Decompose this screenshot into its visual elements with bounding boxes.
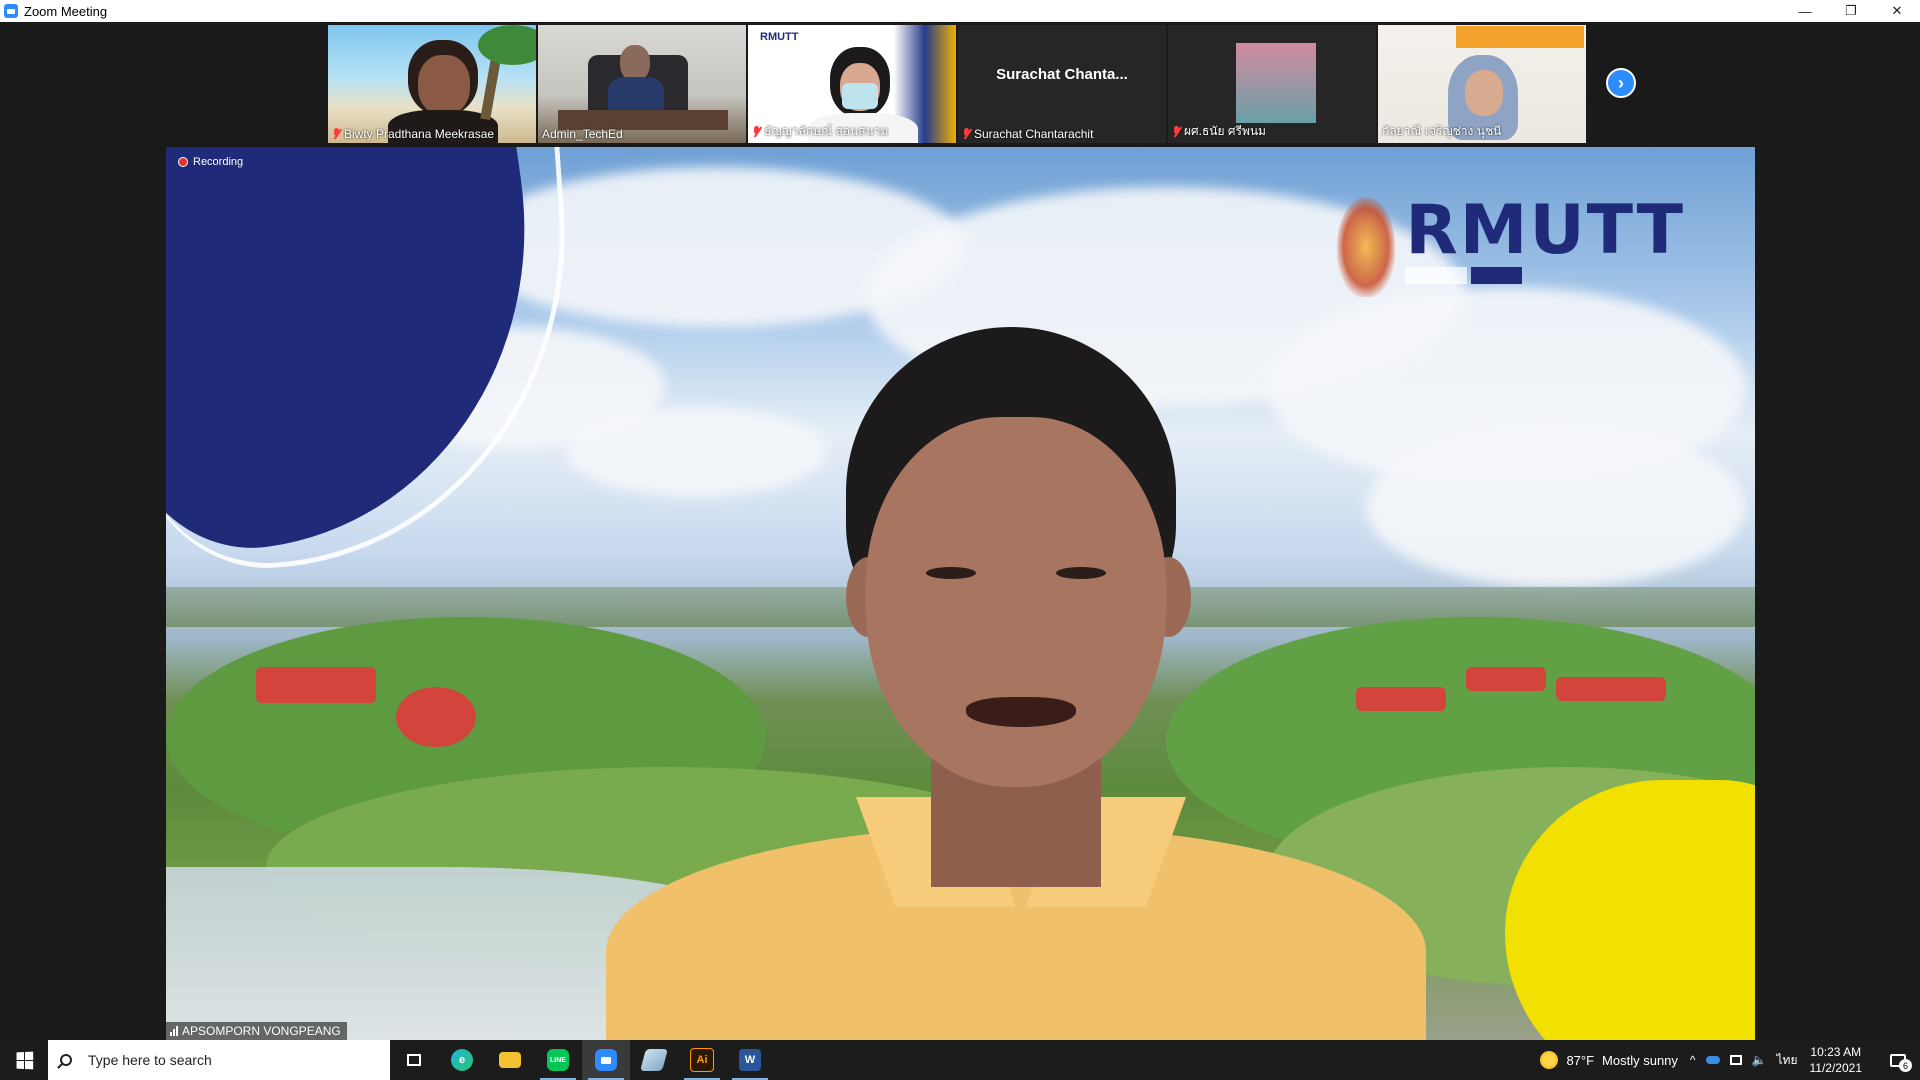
chevron-right-icon: ›	[1618, 72, 1624, 93]
edge-icon: e	[451, 1049, 473, 1071]
sun-icon	[1540, 1051, 1559, 1069]
participant-tile[interactable]: Biwty Pradthana Meekrasae	[328, 25, 536, 143]
zoom-button[interactable]	[582, 1040, 630, 1080]
system-tray: 87°F Mostly sunny ^ 🔈 ไทย 10:23 AM 11/2/…	[1540, 1040, 1920, 1080]
illustrator-icon: Ai	[690, 1048, 714, 1072]
rmutt-logo: RMUTT	[1337, 197, 1685, 297]
windows-taskbar: Type here to search e LINE Ai W 87°F Mos…	[0, 1040, 1920, 1080]
close-button[interactable]: ✕	[1874, 0, 1920, 22]
recording-label: Recording	[193, 156, 244, 168]
window-title: Zoom Meeting	[24, 3, 108, 19]
windows-icon	[16, 1051, 33, 1069]
start-button[interactable]	[0, 1040, 48, 1080]
search-icon	[60, 1054, 72, 1066]
notification-badge: 6	[1899, 1059, 1912, 1072]
illustrator-button[interactable]: Ai	[678, 1040, 726, 1080]
network-icon[interactable]	[1729, 1055, 1742, 1065]
folder-icon	[499, 1052, 521, 1068]
volume-icon[interactable]: 🔈	[1752, 1053, 1767, 1067]
participant-name: Admin_TechEd	[542, 127, 623, 141]
file-explorer-button[interactable]	[486, 1040, 534, 1080]
feather-app-icon	[640, 1049, 668, 1071]
speaker-name-label: APSOMPORN VONGPEANG	[166, 1022, 347, 1040]
zoom-app-icon	[4, 4, 18, 18]
profile-picture	[1236, 43, 1316, 123]
participant-tile[interactable]: ผศ.ธนัย ศรีพนม	[1168, 25, 1376, 143]
active-speaker-video: RMUTT Recording APSOMPORN VONGPEANG	[166, 147, 1755, 1040]
chevron-up-icon[interactable]: ^	[1690, 1053, 1696, 1067]
task-view-icon	[407, 1054, 421, 1066]
recording-indicator[interactable]: Recording	[178, 156, 243, 168]
logo-mini: RMUTT	[760, 31, 799, 43]
participant-tile[interactable]: กัลยาณี เจริญช่าง นุชนี	[1378, 25, 1586, 143]
mic-muted-icon	[332, 128, 341, 140]
taskbar-search[interactable]: Type here to search	[48, 1040, 390, 1080]
language-indicator[interactable]: ไทย	[1777, 1051, 1798, 1070]
onedrive-icon[interactable]	[1705, 1056, 1720, 1064]
participant-name: Biwty Pradthana Meekrasae	[332, 127, 494, 141]
clock[interactable]: 10:23 AM 11/2/2021	[1810, 1044, 1863, 1076]
participant-tile[interactable]: RMUTT ธัญญาลักษณ์ สอนสนาม	[748, 25, 956, 143]
clock-time: 10:23 AM	[1810, 1045, 1862, 1059]
participant-display-name: Surachat Chanta...	[996, 65, 1128, 83]
participant-name: ธัญญาลักษณ์ สอนสนาม	[752, 122, 888, 141]
task-view-button[interactable]	[390, 1040, 438, 1080]
notification-center-button[interactable]: 6	[1876, 1040, 1920, 1080]
recording-dot-icon	[178, 157, 188, 167]
logo-text: RMUTT	[1405, 191, 1685, 270]
window-titlebar: Zoom Meeting — ❐ ✕	[0, 0, 1920, 22]
signal-strength-icon	[170, 1026, 178, 1036]
speaker-person	[606, 327, 1426, 1040]
mic-muted-icon	[1172, 125, 1181, 138]
participant-name: กัลยาณี เจริญช่าง นุชนี	[1382, 124, 1502, 138]
clock-date: 11/2/2021	[1809, 1061, 1863, 1075]
zoom-icon	[595, 1049, 617, 1071]
participant-tile[interactable]: Surachat Chanta... Surachat Chantarachit	[958, 25, 1166, 143]
restore-button[interactable]: ❐	[1828, 0, 1874, 22]
university-emblem	[1337, 197, 1396, 297]
word-button[interactable]: W	[726, 1040, 774, 1080]
line-icon: LINE	[547, 1049, 569, 1071]
app-button[interactable]	[630, 1040, 678, 1080]
mic-muted-icon	[962, 128, 971, 140]
participant-strip: Biwty Pradthana Meekrasae Admin_TechEd R…	[328, 25, 1588, 143]
weather-widget[interactable]: 87°F Mostly sunny	[1540, 1051, 1678, 1069]
minimize-button[interactable]: —	[1782, 0, 1828, 22]
edge-button[interactable]: e	[438, 1040, 486, 1080]
weather-condition: Mostly sunny	[1602, 1052, 1678, 1068]
participant-tile[interactable]: Admin_TechEd	[538, 25, 746, 143]
next-page-button[interactable]: ›	[1606, 68, 1636, 98]
participant-name: Surachat Chantarachit	[962, 127, 1093, 141]
weather-temp: 87°F	[1566, 1052, 1595, 1068]
window-controls: — ❐ ✕	[1782, 0, 1920, 22]
line-button[interactable]: LINE	[534, 1040, 582, 1080]
word-icon: W	[739, 1049, 761, 1071]
mic-muted-icon	[752, 125, 761, 138]
participant-name: ผศ.ธนัย ศรีพนม	[1172, 122, 1266, 141]
